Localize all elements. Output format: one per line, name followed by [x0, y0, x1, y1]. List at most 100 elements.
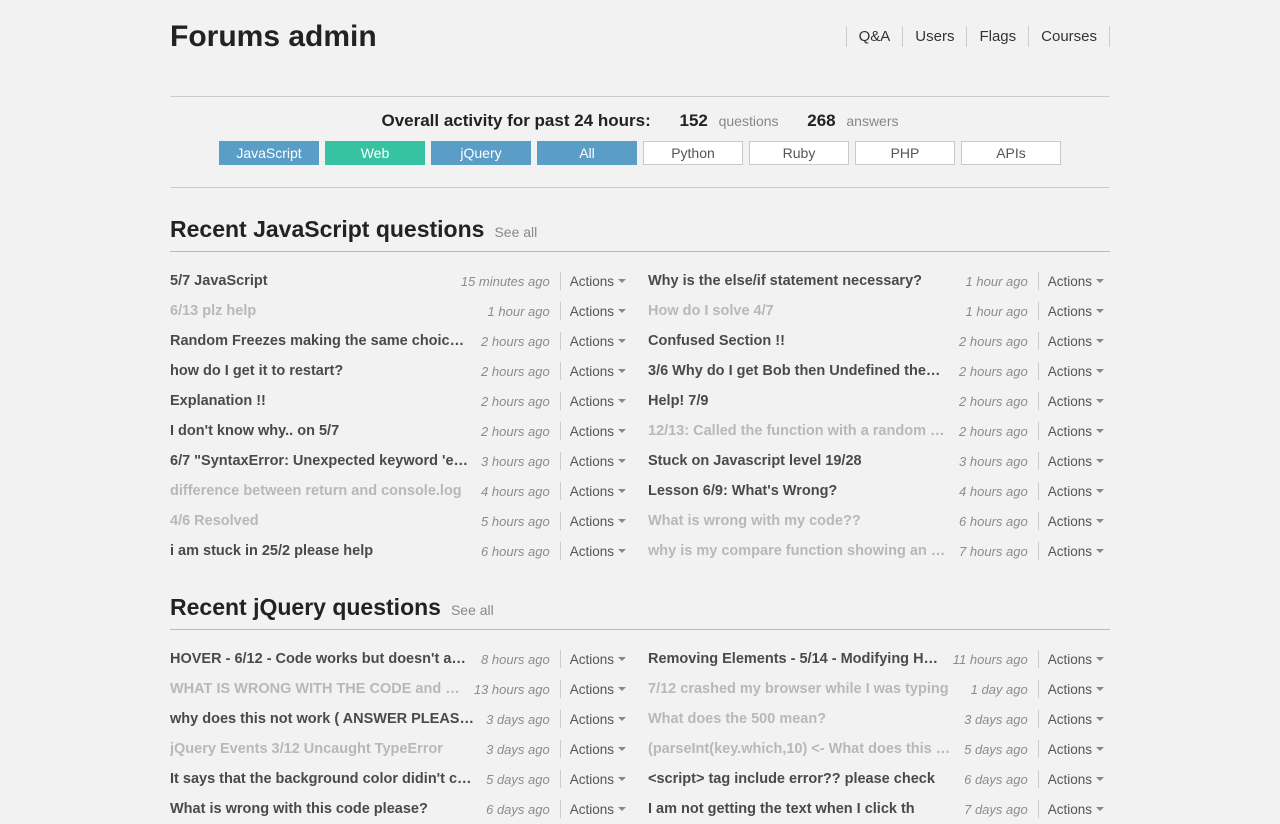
question-age: 3 hours ago [481, 454, 550, 469]
question-row: 3/6 Why do I get Bob then Undefined then… [648, 356, 1110, 386]
tab-jquery[interactable]: jQuery [431, 141, 531, 165]
tab-web[interactable]: Web [325, 141, 425, 165]
question-title[interactable]: HOVER - 6/12 - Code works but doesn't ac… [170, 651, 471, 667]
question-title[interactable]: 12/13: Called the function with a random… [648, 423, 949, 439]
tab-ruby[interactable]: Ruby [749, 141, 849, 165]
actions-dropdown[interactable]: Actions [560, 422, 632, 440]
actions-label: Actions [570, 802, 614, 817]
question-age: 7 hours ago [959, 544, 1028, 559]
question-title[interactable]: What is wrong with my code?? [648, 513, 949, 529]
actions-dropdown[interactable]: Actions [560, 710, 632, 728]
actions-dropdown[interactable]: Actions [1038, 680, 1110, 698]
chevron-down-icon [618, 339, 626, 343]
actions-label: Actions [570, 394, 614, 409]
tab-javascript[interactable]: JavaScript [219, 141, 319, 165]
actions-dropdown[interactable]: Actions [1038, 512, 1110, 530]
question-title[interactable]: 6/13 plz help [170, 303, 478, 319]
question-title[interactable]: Stuck on Javascript level 19/28 [648, 453, 949, 469]
see-all-link[interactable]: See all [451, 602, 494, 618]
question-title[interactable]: What does the 500 mean? [648, 711, 954, 727]
actions-dropdown[interactable]: Actions [560, 800, 632, 818]
nav-users[interactable]: Users [902, 26, 966, 47]
actions-dropdown[interactable]: Actions [1038, 770, 1110, 788]
tab-apis[interactable]: APIs [961, 141, 1061, 165]
actions-dropdown[interactable]: Actions [560, 452, 632, 470]
actions-dropdown[interactable]: Actions [560, 512, 632, 530]
nav-courses[interactable]: Courses [1028, 26, 1110, 47]
question-title[interactable]: What is wrong with this code please? [170, 801, 476, 817]
actions-dropdown[interactable]: Actions [1038, 800, 1110, 818]
actions-dropdown[interactable]: Actions [560, 680, 632, 698]
question-title[interactable]: I am not getting the text when I click t… [648, 801, 954, 817]
question-title[interactable]: i am stuck in 25/2 please help [170, 543, 471, 559]
question-title[interactable]: difference between return and console.lo… [170, 483, 471, 499]
question-title[interactable]: It says that the background color didin'… [170, 771, 476, 787]
actions-dropdown[interactable]: Actions [1038, 482, 1110, 500]
actions-dropdown[interactable]: Actions [1038, 452, 1110, 470]
question-age: 5 days ago [964, 742, 1028, 757]
question-title[interactable]: 3/6 Why do I get Bob then Undefined then… [648, 363, 949, 379]
actions-dropdown[interactable]: Actions [1038, 302, 1110, 320]
question-row: Lesson 6/9: What's Wrong? 4 hours ago Acti… [648, 476, 1110, 506]
question-title[interactable]: (parseInt(key.which,10) <- What does thi… [648, 741, 954, 757]
question-row: Help! 7/92 hours agoActions [648, 386, 1110, 416]
actions-label: Actions [570, 304, 614, 319]
question-row: It says that the background color didin'… [170, 764, 632, 794]
question-title[interactable]: How do I solve 4/7 [648, 303, 956, 319]
nav-flags[interactable]: Flags [966, 26, 1028, 47]
question-title[interactable]: 7/12 crashed my browser while I was typi… [648, 681, 961, 697]
question-age: 4 hours ago [959, 484, 1028, 499]
actions-dropdown[interactable]: Actions [1038, 422, 1110, 440]
actions-dropdown[interactable]: Actions [560, 272, 632, 290]
actions-dropdown[interactable]: Actions [560, 362, 632, 380]
question-title[interactable]: <script> tag include error?? please chec… [648, 771, 954, 787]
actions-label: Actions [570, 682, 614, 697]
question-title[interactable]: Lesson 6/9: What's Wrong? [648, 483, 949, 499]
question-title[interactable]: 5/7 JavaScript [170, 273, 451, 289]
actions-dropdown[interactable]: Actions [560, 332, 632, 350]
nav-q-a[interactable]: Q&A [846, 26, 903, 47]
question-row: 5/7 JavaScript15 minutes agoActions [170, 266, 632, 296]
question-title[interactable]: Confused Section !! [648, 333, 949, 349]
question-title[interactable]: Explanation !! [170, 393, 471, 409]
see-all-link[interactable]: See all [494, 224, 537, 240]
tab-php[interactable]: PHP [855, 141, 955, 165]
question-title[interactable]: WHAT IS WRONG WITH THE CODE and why [170, 681, 464, 697]
question-title[interactable]: Random Freezes making the same choice ov… [170, 333, 471, 349]
actions-dropdown[interactable]: Actions [1038, 392, 1110, 410]
actions-dropdown[interactable]: Actions [560, 482, 632, 500]
question-title[interactable]: Why is the else/if statement necessary? [648, 273, 956, 289]
question-title[interactable]: 6/7 "SyntaxError: Unexpected keyword 'el… [170, 453, 471, 469]
actions-dropdown[interactable]: Actions [560, 392, 632, 410]
question-title[interactable]: why is my compare function showing an er… [648, 543, 949, 559]
actions-dropdown[interactable]: Actions [1038, 272, 1110, 290]
actions-dropdown[interactable]: Actions [560, 650, 632, 668]
actions-dropdown[interactable]: Actions [560, 770, 632, 788]
question-age: 6 hours ago [481, 544, 550, 559]
stats-label: Overall activity for past 24 hours: [381, 111, 650, 130]
question-title[interactable]: 4/6 Resolved [170, 513, 471, 529]
actions-dropdown[interactable]: Actions [560, 302, 632, 320]
actions-dropdown[interactable]: Actions [1038, 542, 1110, 560]
actions-dropdown[interactable]: Actions [560, 740, 632, 758]
actions-dropdown[interactable]: Actions [1038, 740, 1110, 758]
question-title[interactable]: I don't know why.. on 5/7 [170, 423, 471, 439]
question-column-right: Why is the else/if statement necessary? 1… [648, 266, 1110, 566]
question-title[interactable]: how do I get it to restart? [170, 363, 471, 379]
question-row: How do I solve 4/71 hour agoActions [648, 296, 1110, 326]
actions-dropdown[interactable]: Actions [1038, 332, 1110, 350]
question-title[interactable]: Removing Elements - 5/14 - Modifying HTM… [648, 651, 943, 667]
question-title[interactable]: why does this not work ( ANSWER PLEASE ) [170, 711, 476, 727]
tab-python[interactable]: Python [643, 141, 743, 165]
question-title[interactable]: Help! 7/9 [648, 393, 949, 409]
question-row: WHAT IS WRONG WITH THE CODE and why13 ho… [170, 674, 632, 704]
question-age: 3 days ago [486, 742, 550, 757]
chevron-down-icon [1096, 687, 1104, 691]
actions-dropdown[interactable]: Actions [560, 542, 632, 560]
actions-dropdown[interactable]: Actions [1038, 362, 1110, 380]
questions-label: questions [719, 113, 779, 129]
actions-dropdown[interactable]: Actions [1038, 650, 1110, 668]
actions-dropdown[interactable]: Actions [1038, 710, 1110, 728]
question-title[interactable]: jQuery Events 3/12 Uncaught TypeError [170, 741, 476, 757]
tab-all[interactable]: All [537, 141, 637, 165]
